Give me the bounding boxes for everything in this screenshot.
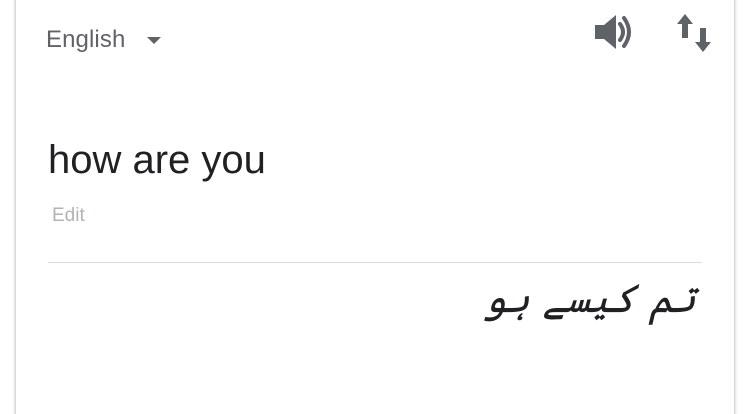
- translated-text: تم کیسے ہو: [483, 276, 696, 322]
- edit-link[interactable]: Edit: [52, 205, 85, 227]
- divider: [48, 262, 702, 263]
- translate-page: English how are you Edit تم کیسے ہو: [0, 0, 750, 414]
- source-language-selector[interactable]: English: [46, 24, 162, 56]
- translation-card: [16, 0, 734, 414]
- swap-vertical-icon[interactable]: [676, 12, 712, 54]
- source-language-label: English: [46, 26, 126, 53]
- speaker-icon[interactable]: [592, 12, 636, 52]
- source-text[interactable]: how are you: [48, 138, 266, 183]
- chevron-down-icon[interactable]: [147, 36, 162, 44]
